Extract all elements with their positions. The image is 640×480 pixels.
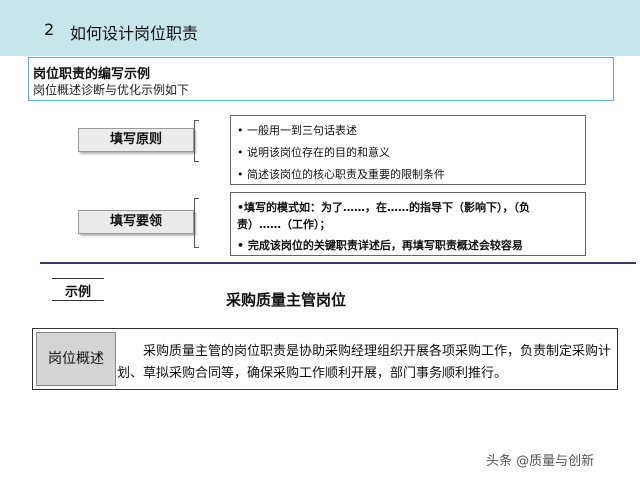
principle-item: • 一般用一到三句话表述: [237, 124, 357, 137]
overview-label: 岗位概述: [36, 332, 116, 386]
essentials-box: •填写的模式如：为了……，在……的指导下（影响下），（负 责）……（工作）； •…: [230, 192, 586, 256]
watermark: 头条 @质量与创新: [486, 454, 595, 469]
principles-bracket: [194, 120, 199, 162]
intro-subheading: 岗位概述诊断与优化示例如下: [33, 83, 190, 97]
intro-heading: 岗位职责的编写示例: [33, 67, 151, 82]
example-tab: 示例: [52, 278, 104, 301]
essentials-label: 填写要领: [78, 210, 194, 234]
section-divider: [40, 262, 636, 264]
section-title: 如何设计岗位职责: [70, 24, 199, 43]
section-number: 2: [44, 20, 55, 39]
header-bar: 2 如何设计岗位职责: [0, 0, 640, 56]
essential-item: 责）……（工作）；: [237, 218, 331, 231]
essentials-bracket: [194, 198, 199, 248]
example-title: 采购质量主管岗位: [226, 291, 347, 309]
overview-text: 采购质量主管的岗位职责是协助采购经理组织开展各项采购工作，负责制定采购计划、草拟…: [117, 344, 612, 381]
essential-item: • 完成该岗位的关键职责详述后，再填写职责概述会较容易: [237, 239, 523, 252]
overview-box: 岗位概述 采购质量主管的岗位职责是协助采购经理组织开展各项采购工作，负责制定采购…: [32, 328, 618, 390]
principles-label: 填写原则: [78, 128, 194, 152]
example-tab-label: 示例: [64, 285, 91, 300]
principles-box: • 一般用一到三句话表述 • 说明该岗位存在的目的和意义 • 简述该岗位的核心职…: [230, 115, 586, 185]
intro-box: 岗位职责的编写示例 岗位概述诊断与优化示例如下: [28, 57, 614, 101]
essential-item: •填写的模式如：为了……，在……的指导下（影响下），（负: [237, 201, 531, 214]
principle-item: • 说明该岗位存在的目的和意义: [237, 146, 390, 159]
principle-item: • 简述该岗位的核心职责及重要的限制条件: [237, 168, 445, 181]
